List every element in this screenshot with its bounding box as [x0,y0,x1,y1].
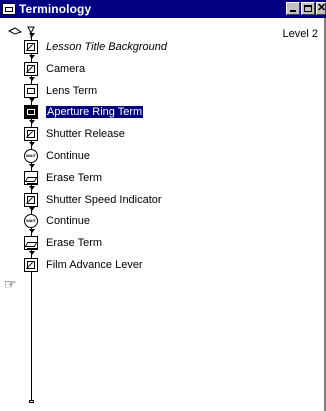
wait-icon[interactable]: WAIT [24,214,38,228]
display-icon[interactable] [24,40,38,54]
flow-icon-row[interactable]: WAIT Continue [24,211,90,231]
map-icon [2,3,16,15]
icon-title[interactable]: Continue [46,215,90,227]
window-title: Terminology [19,2,92,16]
paste-hand-icon[interactable]: ☞ [4,276,17,293]
flow-icon-row[interactable]: Shutter Speed Indicator [24,190,162,210]
icon-title[interactable]: Continue [46,150,90,162]
flow-icon-row[interactable]: Shutter Release [24,124,125,144]
flowline-end-marker [29,400,34,403]
icon-title[interactable]: Camera [46,63,85,75]
maximize-button[interactable] [301,2,315,15]
icon-title[interactable]: Aperture Ring Term [46,106,144,118]
icon-title[interactable]: Lens Term [46,85,97,97]
icon-title[interactable]: Film Advance Lever [46,259,143,271]
icon-title[interactable]: Erase Term [46,172,102,184]
flow-icon-row[interactable]: Erase Term [24,168,102,188]
minimize-button[interactable] [286,2,300,15]
close-button[interactable] [316,1,326,15]
terminology-window: Terminology Level 2 Lesson Title Backgro… [0,0,326,411]
flow-icon-row[interactable]: Camera [24,59,85,79]
flow-icon-row[interactable]: Erase Term [24,233,102,253]
icon-title[interactable]: Lesson Title Background [46,41,167,53]
icon-title[interactable]: Shutter Release [46,128,125,140]
level-indicator: Level 2 [282,28,318,40]
flow-icon-row[interactable]: Aperture Ring Term [24,102,144,122]
wait-icon[interactable]: WAIT [24,149,38,163]
display-icon[interactable] [24,127,38,141]
flow-icon-row[interactable]: WAIT Continue [24,146,90,166]
title-bar[interactable]: Terminology [0,0,326,18]
icon-title[interactable]: Shutter Speed Indicator [46,194,162,206]
window-controls [286,1,326,15]
display-icon[interactable] [24,258,38,272]
map-icon-selected[interactable] [24,105,38,119]
erase-icon[interactable] [24,236,38,250]
icon-title[interactable]: Erase Term [46,237,102,249]
flow-icon-row[interactable]: Film Advance Lever [24,255,143,275]
map-icon[interactable] [24,84,38,98]
display-icon[interactable] [24,193,38,207]
display-icon[interactable] [24,62,38,76]
flow-icon-row[interactable]: Lesson Title Background [24,37,167,57]
erase-icon[interactable] [24,171,38,185]
